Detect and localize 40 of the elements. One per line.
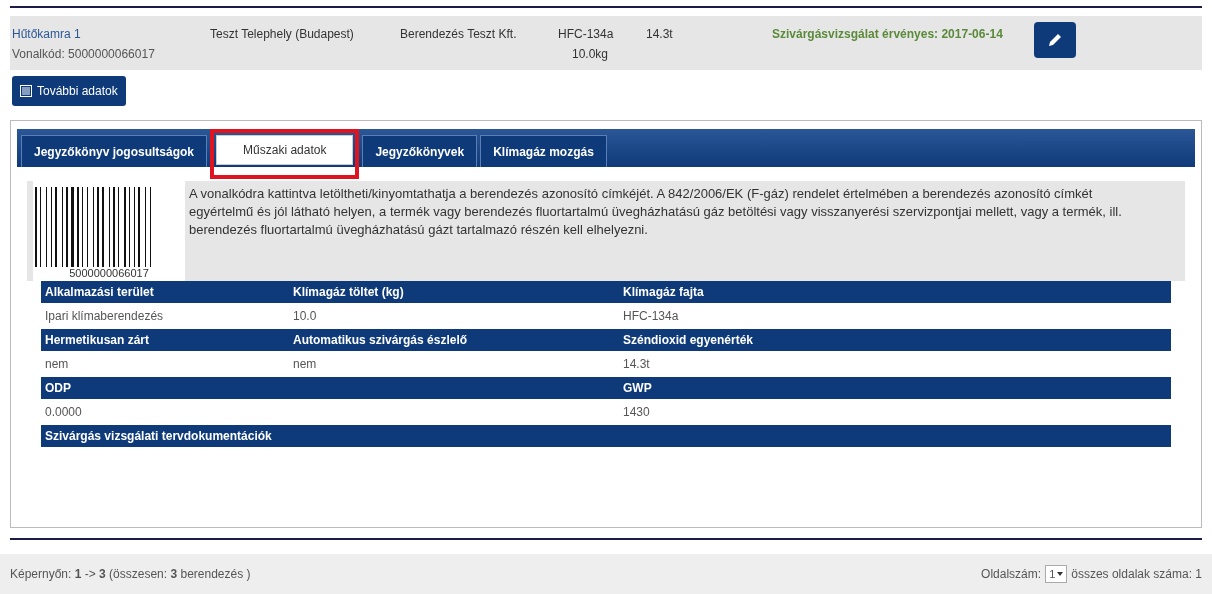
total-pages: összes oldalak száma: 1: [1071, 566, 1202, 583]
header-cell-text: Alkalmazási terület: [44, 284, 155, 301]
more-data-button[interactable]: További adatok: [12, 76, 126, 106]
table-cell-text: 1430: [622, 404, 651, 421]
header-cell-text: GWP: [622, 380, 653, 397]
tab[interactable]: Műszaki adatok: [216, 135, 354, 165]
company-text: Berendezés Teszt Kft.: [400, 26, 518, 43]
barcode[interactable]: 5000000066017: [33, 181, 185, 281]
header-cell-text: Klímagáz töltet (kg): [292, 284, 405, 301]
table-cell-text: HFC-134a: [622, 308, 680, 325]
info-text: A vonalkódra kattintva letöltheti/kinyomtathatja a berendezés azonosító címkéjét. A 842/2006/EK (F-gáz) rendelet értelmében a berendezés azonosító címkét egyértelmű és jól látható helyen, a termék vagy berendezés fluortartalmú üvegházhatású gáz betöltési vagy visszanyerési szervizpontjai mellett, vagy a termék, ill. berendezés fluortartalmú üvegházhatású gázt tartalmazó részén kell elhelyezni.: [189, 185, 1123, 239]
page-select[interactable]: 1: [1045, 564, 1068, 584]
tab[interactable]: Jegyzőkönyvek: [362, 135, 478, 167]
status-text: Szivárgásvizsgálat érvényes: 2017-06-14: [772, 26, 1004, 43]
tab[interactable]: Klímagáz mozgás: [480, 135, 607, 167]
caret-icon: [1057, 572, 1064, 576]
table-cell-text: nem: [292, 356, 318, 373]
table-cell-text: Ipari klímaberendezés: [44, 308, 165, 325]
header-cell-text: Klímagáz fajta: [622, 284, 705, 301]
header-cell-text: Széndioxid egyenérték: [622, 332, 755, 349]
table-cell-text: nem: [44, 356, 70, 373]
tab[interactable]: Jegyzőkönyv jogosultságok: [21, 135, 208, 167]
header-cell-text: Automatikus szivárgás észlelő: [292, 332, 469, 349]
header-cell-text: ODP: [44, 380, 72, 397]
table-cell-text: 0.0000: [44, 404, 83, 421]
barcode-label: Vonalkód: 5000000066017: [12, 46, 155, 63]
charge-text: 10.0kg: [572, 46, 609, 63]
table-cell-text: 14.3t: [622, 356, 651, 373]
pagination-summary: Képernyőn: 1 -> 3 (összesen: 3 berendezés ): [10, 566, 251, 583]
header-cell-text: Szivárgás vizsgálati tervdokumentációk: [44, 428, 273, 445]
pencil-icon: [1048, 33, 1062, 47]
table-icon: [20, 85, 32, 97]
table-cell-text: 10.0: [292, 308, 318, 325]
edit-button[interactable]: [1034, 22, 1076, 58]
site-text: Teszt Telephely (Budapest): [210, 26, 355, 43]
equipment-link[interactable]: Hűtőkamra 1: [12, 24, 81, 44]
header-cell-text: Hermetikusan zárt: [44, 332, 151, 349]
gas-type: HFC-134a: [558, 26, 614, 43]
page-label: Oldalszám:: [981, 566, 1042, 583]
co2-text: 14.3t: [646, 26, 674, 43]
